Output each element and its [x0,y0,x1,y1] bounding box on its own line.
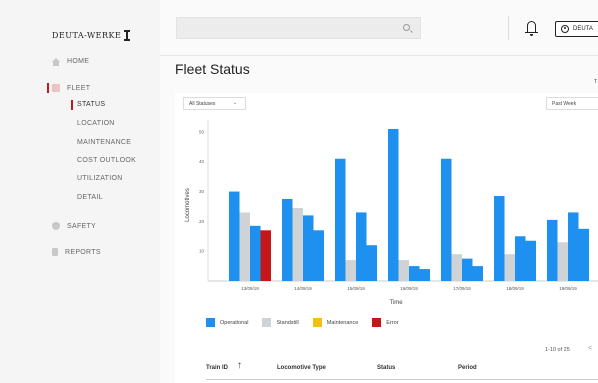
column-header-train-id[interactable]: Train ID [206,365,228,371]
table-header-divider [206,379,598,380]
legend-swatch [312,318,322,327]
bar-operational[interactable] [229,191,240,281]
pagination-range: 1-10 of 25 [545,347,570,353]
x-tick-label: 16/09/19 [400,286,418,291]
legend-item-error[interactable]: Error [372,318,399,327]
bar-operational[interactable] [282,199,293,281]
x-axis-label: Time [389,300,403,306]
legend-label: Error [386,319,399,326]
bar-operational[interactable] [578,228,590,281]
y-axis-label: Locomotives [185,188,191,222]
legend-swatch [372,318,382,327]
bar-operational[interactable] [419,269,431,281]
x-tick-label: 14/09/19 [294,286,312,291]
x-tick-label: 19/09/19 [559,286,577,291]
bar-operational[interactable] [250,225,261,281]
pagination-prev-button[interactable]: < [588,345,592,352]
legend-swatch [262,318,272,327]
bar-operational[interactable] [409,266,420,281]
bar-operational[interactable] [441,158,452,281]
bar-operational[interactable] [313,230,325,281]
bar-standstill[interactable] [557,242,569,281]
bar-operational[interactable] [515,236,526,281]
x-tick-label: 17/09/19 [453,286,471,291]
bar-standstill[interactable] [239,212,251,281]
x-tick-label: 18/09/19 [506,286,524,291]
bar-operational[interactable] [547,219,558,281]
bar-standstill[interactable] [292,207,304,281]
bar-operational[interactable] [366,245,378,281]
bar-operational[interactable] [388,128,399,281]
legend-swatch [206,318,215,327]
y-tick-label: 30 [199,189,205,194]
bar-standstill[interactable] [451,254,463,281]
y-tick-label: 40 [199,159,205,164]
bar-operational[interactable] [356,212,367,281]
column-header-locomotive-type[interactable]: Locomotive Type [277,365,326,371]
legend-label: Maintenance [326,319,359,326]
column-header-period[interactable]: Period [458,365,477,371]
legend-item-maintenance[interactable]: Maintenance [312,318,359,327]
bar-operational[interactable] [568,212,579,281]
bar-standstill[interactable] [345,260,357,281]
legend-label: Standstill [276,319,299,326]
bar-standstill[interactable] [398,260,410,281]
legend-item-standstill[interactable]: Standstill [262,318,299,327]
y-tick-label: 10 [199,249,205,254]
bar-operational[interactable] [335,158,346,281]
x-tick-label: 15/09/19 [347,286,365,291]
y-tick-label: 20 [199,219,205,224]
bar-error[interactable] [260,230,272,281]
y-tick-label: 50 [199,129,205,134]
bar-operational[interactable] [303,215,314,281]
legend-label: Operational [220,319,249,326]
sort-ascending-icon[interactable]: ↑ [237,360,242,371]
bar-operational[interactable] [494,196,505,281]
chart-legend: Operational Standstill Maintenance Error [206,318,399,327]
bar-standstill[interactable] [504,254,516,281]
x-tick-label: 13/09/19 [241,286,259,291]
legend-item-operational[interactable]: Operational [206,318,248,327]
column-header-status[interactable]: Status [377,365,395,371]
bar-operational[interactable] [525,240,537,281]
bar-operational[interactable] [472,266,484,281]
bar-operational[interactable] [462,258,473,281]
